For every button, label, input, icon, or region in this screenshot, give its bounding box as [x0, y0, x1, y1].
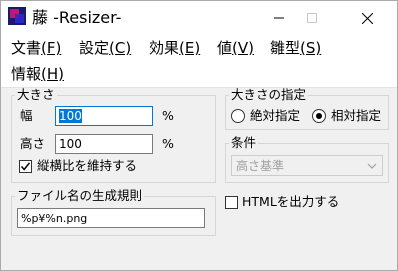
keep-ratio-checkbox[interactable] [19, 160, 32, 173]
width-input-value: 100 [59, 109, 82, 123]
radio-selected-dot [316, 113, 322, 119]
client-area: 大きさ 幅 100 % 高さ 100 % 縦横比を維持する 大きさの指定 絶対指… [1, 88, 397, 270]
app-window: 藤 -Resizer- 文書(F) 設定(C) 効果(E) 値(V) 雛型(S)… [0, 0, 398, 271]
menu-bar: 文書(F) 設定(C) 効果(E) 値(V) 雛型(S) 情報(H) [1, 35, 397, 88]
minimize-icon [274, 17, 284, 19]
menu-effects-accel: (E) [179, 39, 201, 57]
condition-select-value: 高さ基準 [236, 159, 285, 173]
width-unit: % [162, 108, 174, 123]
size-group-legend: 大きさ [17, 87, 55, 102]
menu-settings[interactable]: 設定(C) [79, 37, 131, 59]
maximize-button[interactable] [289, 1, 335, 35]
close-button[interactable] [344, 1, 390, 35]
title-bar[interactable]: 藤 -Resizer- [1, 1, 397, 35]
menu-settings-accel: (C) [109, 39, 132, 57]
height-unit: % [162, 136, 174, 151]
menu-settings-label: 設定 [79, 39, 110, 57]
html-output-label[interactable]: HTMLを出力する [242, 194, 339, 210]
width-label: 幅 [20, 108, 33, 123]
size-spec-group-legend: 大きさの指定 [231, 87, 307, 102]
keep-ratio-label[interactable]: 縦横比を維持する [37, 158, 137, 174]
menu-document[interactable]: 文書(F) [11, 37, 61, 59]
height-label: 高さ [20, 136, 46, 151]
relative-radio[interactable] [312, 109, 326, 123]
html-output-checkbox[interactable] [225, 196, 238, 209]
checkmark-icon [20, 162, 31, 171]
menu-values-accel: (V) [232, 39, 254, 57]
height-input-value: 100 [59, 137, 82, 151]
menu-templates[interactable]: 雛型(S) [270, 37, 321, 59]
filename-group-legend: ファイル名の生成規則 [17, 188, 143, 203]
menu-effects-label: 効果 [149, 39, 180, 57]
condition-group-legend: 条件 [231, 135, 257, 150]
window-title: 藤 -Resizer- [32, 8, 122, 27]
width-input[interactable]: 100 [55, 106, 153, 126]
menu-templates-accel: (S) [300, 39, 322, 57]
filename-rule-input[interactable]: %p¥%n.png [17, 208, 205, 228]
absolute-radio-label[interactable]: 絶対指定 [250, 108, 300, 124]
menu-document-accel: (F) [41, 39, 62, 57]
menu-info[interactable]: 情報(H) [11, 63, 64, 85]
menu-values[interactable]: 値(V) [217, 37, 254, 59]
chevron-down-icon [367, 163, 377, 169]
menu-values-label: 値 [217, 39, 233, 57]
menu-effects[interactable]: 効果(E) [149, 37, 200, 59]
close-icon [361, 12, 373, 24]
filename-rule-value: %p¥%n.png [21, 212, 88, 225]
height-input[interactable]: 100 [55, 134, 153, 154]
relative-radio-label[interactable]: 相対指定 [331, 108, 381, 124]
menu-document-label: 文書 [11, 39, 42, 57]
menu-info-accel: (H) [41, 65, 64, 83]
menu-info-label: 情報 [11, 65, 42, 83]
menu-templates-label: 雛型 [270, 39, 301, 57]
absolute-radio[interactable] [231, 109, 245, 123]
app-icon [8, 7, 26, 25]
maximize-icon [307, 13, 317, 23]
condition-select[interactable]: 高さ基準 [231, 155, 383, 176]
